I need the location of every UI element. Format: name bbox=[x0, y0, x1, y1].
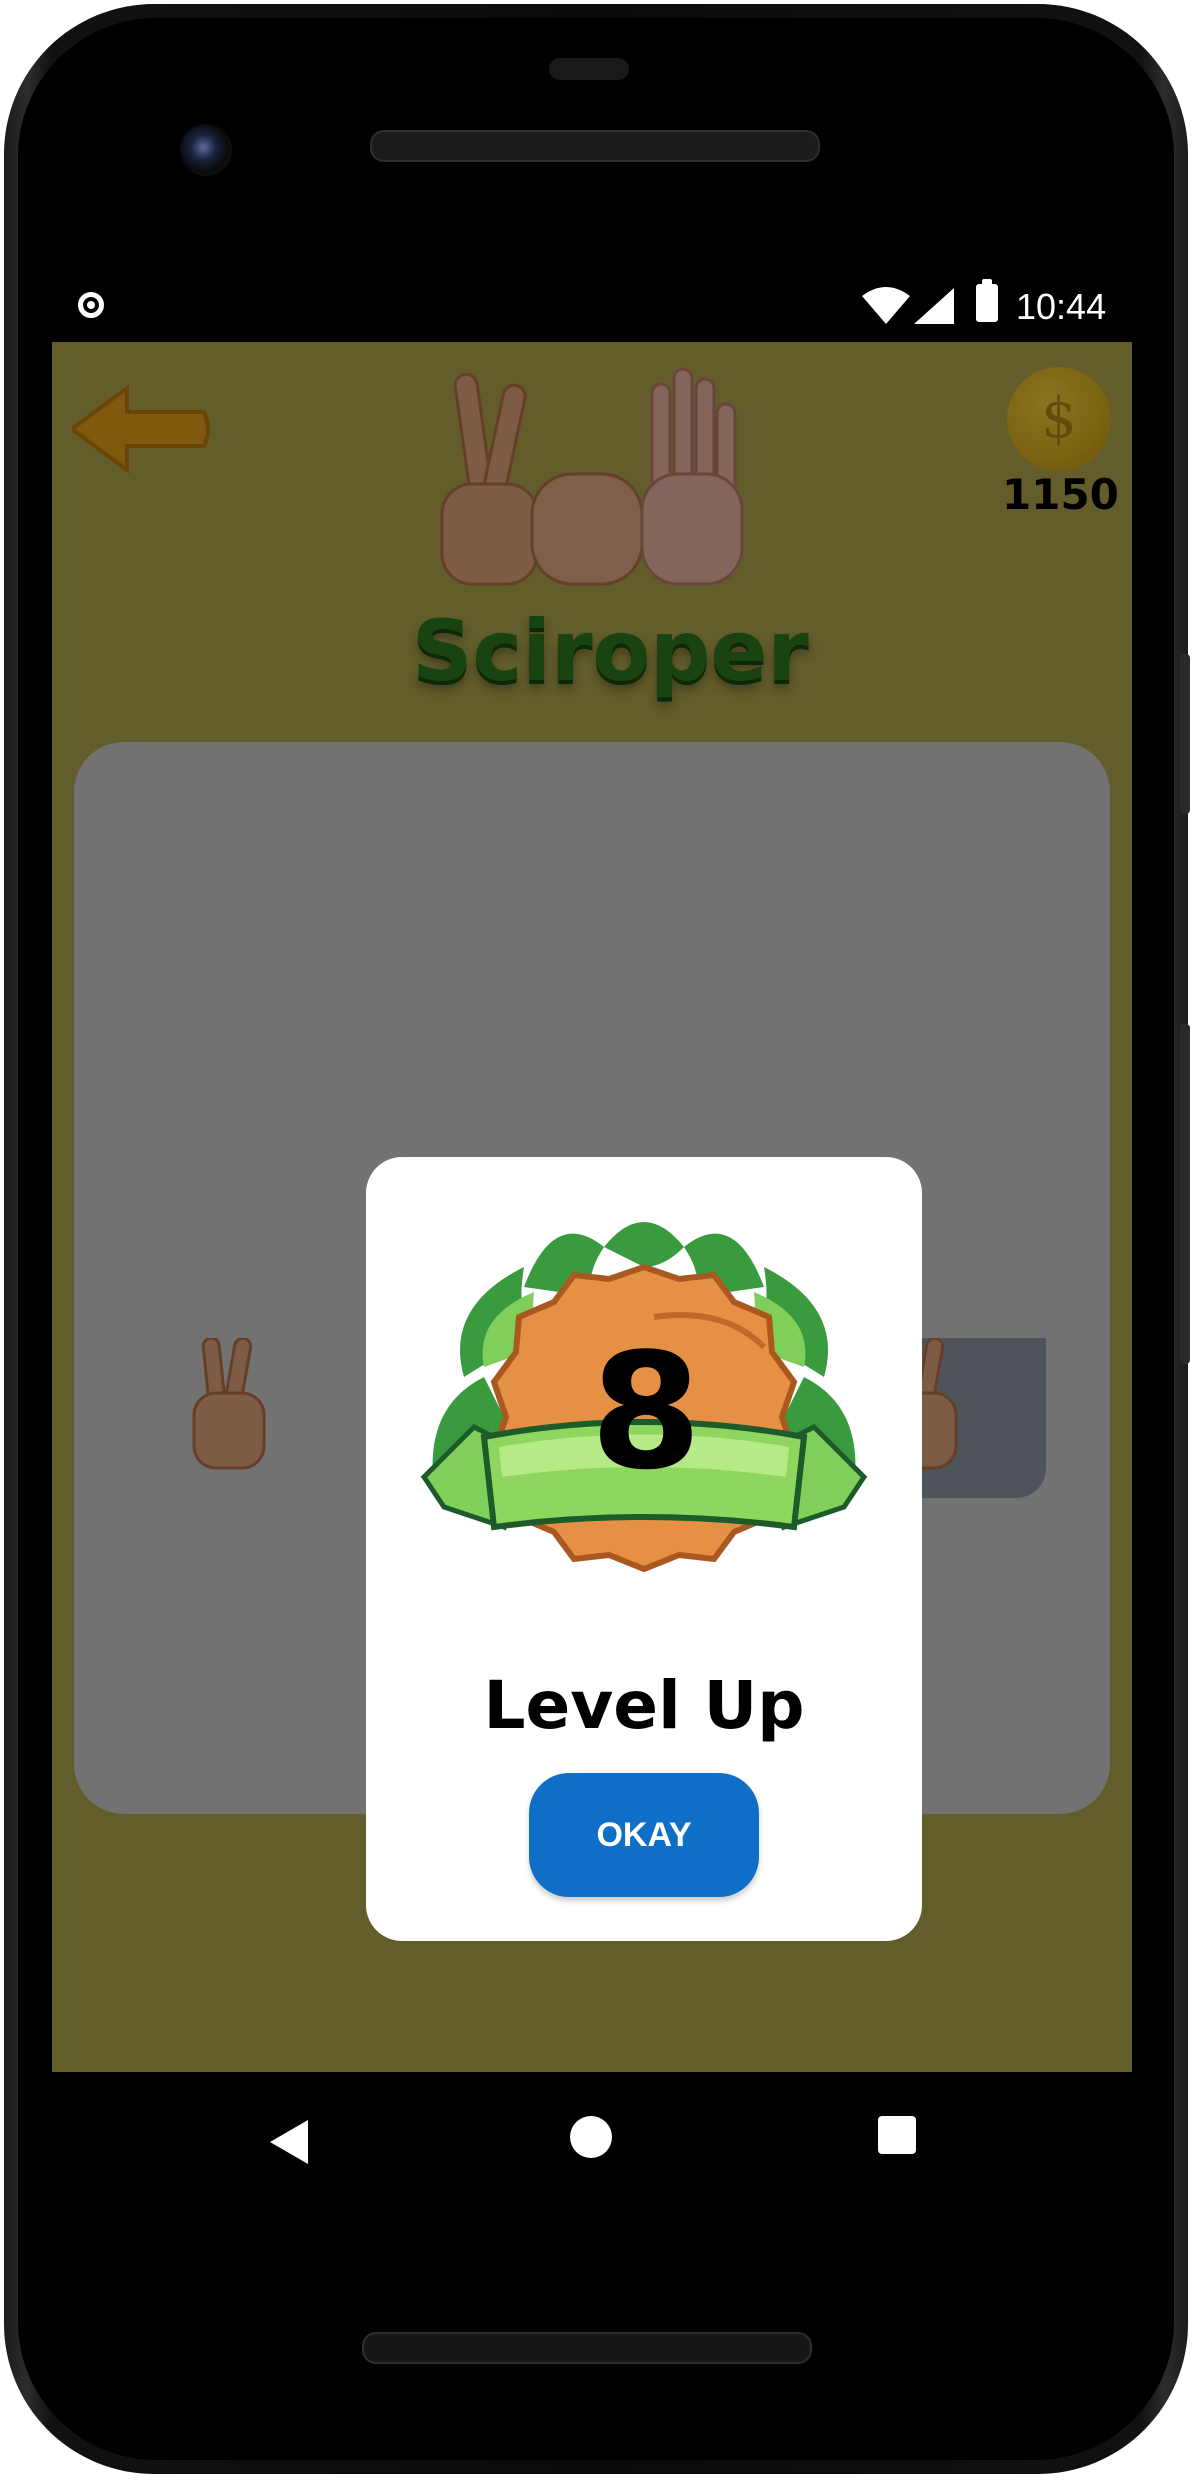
power-button bbox=[1180, 654, 1190, 814]
earpiece-speaker bbox=[370, 130, 820, 162]
wifi-icon bbox=[862, 287, 910, 324]
notification-dot-icon bbox=[78, 292, 104, 318]
triangle-back-icon[interactable] bbox=[270, 2120, 310, 2164]
level-number: 8 bbox=[590, 1318, 702, 1505]
status-time: 10:44 bbox=[1016, 286, 1107, 327]
battery-icon bbox=[976, 279, 998, 322]
square-recents-icon[interactable] bbox=[878, 2116, 916, 2154]
volume-button bbox=[1180, 1024, 1190, 1364]
proximity-sensor bbox=[549, 58, 629, 80]
front-camera bbox=[180, 124, 232, 176]
app-screen: $ 1150 Sciroper 8 Level Up OKAY bbox=[52, 342, 1132, 2072]
bottom-speaker bbox=[362, 2332, 812, 2364]
dialog-title: Level Up bbox=[483, 1667, 805, 1744]
okay-button[interactable]: OKAY bbox=[529, 1773, 759, 1897]
navigation-bar bbox=[52, 2072, 1132, 2202]
circle-home-icon[interactable] bbox=[570, 2116, 612, 2158]
level-up-dialog: 8 Level Up OKAY bbox=[366, 1157, 922, 1941]
signal-icon bbox=[914, 288, 954, 324]
status-bar: 10:44 bbox=[52, 279, 1130, 342]
